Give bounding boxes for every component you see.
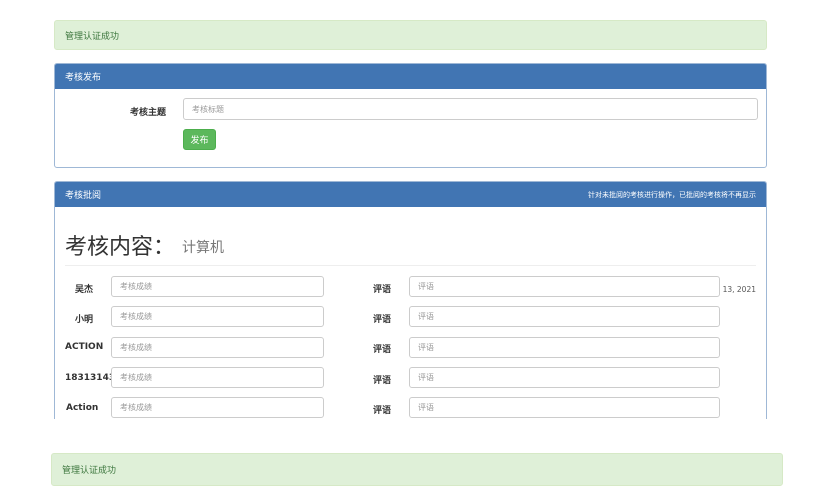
comment-placeholder: 评语 <box>418 373 434 382</box>
title-divider <box>65 265 756 266</box>
review-panel: 考核批阅 针对未批阅的考核进行操作，已批阅的考核将不再显示 考核内容： 计算机 … <box>54 181 767 419</box>
topic-input[interactable]: 考核标题 <box>183 98 758 120</box>
page-title: 考核内容： <box>65 235 176 260</box>
score-placeholder: 考核成绩 <box>120 282 152 291</box>
score-input[interactable]: 考核成绩 <box>111 397 324 418</box>
publish-panel: 考核发布 考核主题 考核标题 发布 <box>54 63 767 168</box>
success-alert-bottom: 管理认证成功 <box>51 453 783 486</box>
review-panel-title: 考核批阅 <box>65 191 102 201</box>
topic-label: 考核主题 <box>130 108 167 118</box>
publish-button[interactable]: 发布 <box>183 129 216 150</box>
comment-input[interactable]: 评语 <box>409 306 720 327</box>
score-input[interactable]: 考核成绩 <box>111 337 324 358</box>
comment-placeholder: 评语 <box>418 282 434 291</box>
score-input[interactable]: 考核成绩 <box>111 276 324 297</box>
comment-placeholder: 评语 <box>418 403 434 412</box>
review-panel-heading: 考核批阅 针对未批阅的考核进行操作，已批阅的考核将不再显示 <box>55 182 766 207</box>
score-placeholder: 考核成绩 <box>120 403 152 412</box>
score-input[interactable]: 考核成绩 <box>111 367 324 388</box>
score-input[interactable]: 考核成绩 <box>111 306 324 327</box>
subject-name: 计算机 <box>182 240 224 256</box>
comment-input[interactable]: 评语 <box>409 367 720 388</box>
comment-label: 评语 <box>373 315 392 325</box>
alert-message: 管理认证成功 <box>65 31 120 42</box>
comment-input[interactable]: 评语 <box>409 397 720 418</box>
comment-label: 评语 <box>373 345 392 355</box>
review-panel-note: 针对未批阅的考核进行操作，已批阅的考核将不再显示 <box>588 190 756 199</box>
alert-message: 管理认证成功 <box>62 466 117 476</box>
score-placeholder: 考核成绩 <box>120 373 152 382</box>
student-name: 吴杰 <box>75 285 94 295</box>
publish-panel-title: 考核发布 <box>65 73 102 83</box>
publish-button-label: 发布 <box>190 136 209 146</box>
comment-label: 评语 <box>373 376 392 386</box>
publish-panel-heading: 考核发布 <box>55 64 766 89</box>
comment-placeholder: 评语 <box>418 312 434 321</box>
success-alert-top: 管理认证成功 <box>54 20 767 50</box>
topic-input-placeholder: 考核标题 <box>192 104 224 114</box>
comment-input[interactable]: 评语 <box>409 276 720 297</box>
student-name: 1831314316 <box>65 373 111 383</box>
review-body: 考核内容： 计算机 May 13, 2021 吴杰 考核成绩 评语 评语 小明 … <box>55 207 766 419</box>
student-name: Action <box>66 403 99 413</box>
score-placeholder: 考核成绩 <box>120 312 152 321</box>
comment-label: 评语 <box>373 406 392 416</box>
comment-label: 评语 <box>373 285 392 295</box>
student-name: ACTION <box>65 342 104 352</box>
score-placeholder: 考核成绩 <box>120 343 152 352</box>
student-name: 小明 <box>75 315 94 325</box>
comment-placeholder: 评语 <box>418 343 434 352</box>
comment-input[interactable]: 评语 <box>409 337 720 358</box>
